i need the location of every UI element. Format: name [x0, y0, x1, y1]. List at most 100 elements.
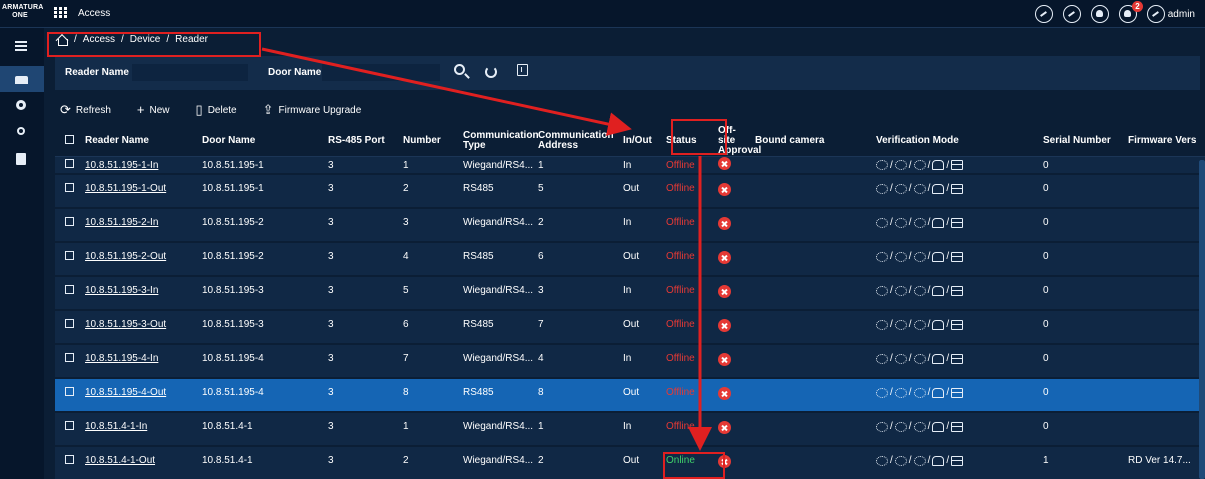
reader-name-cell[interactable]: 10.8.51.195-3-Out	[81, 310, 198, 344]
reset-icon[interactable]	[485, 66, 497, 78]
lockdown-icon[interactable]	[1034, 5, 1053, 23]
refresh-button[interactable]: ⟳ Refresh	[60, 103, 111, 116]
sidebar-item-settings[interactable]	[0, 92, 44, 118]
number-cell: 3	[403, 217, 409, 228]
table-row[interactable]: 10.8.51.195-4-Out 10.8.51.195-4 3 8 RS485 8 Ou…	[55, 378, 1205, 412]
table-row[interactable]: 10.8.51.4-1-In 10.8.51.4-1 3 1 Wiegand/RS4..…	[55, 412, 1205, 446]
row-select-cell[interactable]	[55, 242, 81, 276]
face-icon	[876, 251, 888, 262]
row-select-cell[interactable]	[55, 446, 81, 479]
bell-icon[interactable]	[1090, 5, 1109, 23]
col-number[interactable]: Number	[399, 126, 459, 157]
bound-camera-cell	[751, 276, 872, 310]
close-circle-icon	[718, 157, 731, 170]
reader-name-label: Reader Name	[65, 67, 129, 78]
reader-name-cell[interactable]: 10.8.51.4-1-Out	[81, 446, 198, 479]
reader-name-link[interactable]: 10.8.51.195-4-In	[85, 353, 158, 364]
reader-name-cell[interactable]: 10.8.51.4-1-In	[81, 412, 198, 446]
reader-name-input[interactable]	[132, 64, 248, 81]
search-icon[interactable]	[454, 64, 465, 75]
user-menu[interactable]: admin	[1146, 5, 1195, 23]
reader-name-link[interactable]: 10.8.51.4-1-Out	[85, 455, 155, 466]
row-select-cell[interactable]	[55, 378, 81, 412]
verification-mode-cell: / / / /	[872, 446, 1039, 479]
col-verification-mode[interactable]: Verification Mode	[872, 126, 1039, 157]
reader-name-cell[interactable]: 10.8.51.195-4-In	[81, 344, 198, 378]
reader-name-link[interactable]: 10.8.51.195-1-Out	[85, 183, 166, 194]
sidebar-item-reports[interactable]	[0, 146, 44, 172]
link-icon[interactable]	[1062, 5, 1081, 23]
select-all-checkbox[interactable]	[65, 135, 74, 144]
reader-name-link[interactable]: 10.8.51.195-3-In	[85, 285, 158, 296]
close-circle-icon	[718, 421, 731, 434]
row-checkbox[interactable]	[65, 251, 74, 260]
reader-name-cell[interactable]: 10.8.51.195-2-Out	[81, 242, 198, 276]
row-checkbox[interactable]	[65, 387, 74, 396]
reader-name-cell[interactable]: 10.8.51.195-1-In	[81, 157, 198, 175]
door-name-input[interactable]	[322, 64, 440, 81]
firmware-version-cell	[1124, 208, 1205, 242]
table-row[interactable]: 10.8.51.195-2-In 10.8.51.195-2 3 3 Wiegand/R…	[55, 208, 1205, 242]
col-door-name[interactable]: Door Name	[198, 126, 324, 157]
export-icon[interactable]	[517, 64, 528, 76]
reader-name-link[interactable]: 10.8.51.195-1-In	[85, 160, 158, 171]
reader-name-link[interactable]: 10.8.51.195-4-Out	[85, 387, 166, 398]
reader-name-link[interactable]: 10.8.51.195-2-In	[85, 217, 158, 228]
reader-name-cell[interactable]: 10.8.51.195-1-Out	[81, 174, 198, 208]
row-select-cell[interactable]	[55, 276, 81, 310]
verification-mode-cell: / / / /	[872, 174, 1039, 208]
row-checkbox[interactable]	[65, 319, 74, 328]
table-row[interactable]: 10.8.51.195-1-Out 10.8.51.195-1 3 2 RS485 5 Ou…	[55, 174, 1205, 208]
logo[interactable]: ARMATURA ONE	[2, 4, 43, 20]
col-bound-camera[interactable]: Bound camera	[751, 126, 872, 157]
new-button[interactable]: + New	[137, 103, 170, 116]
row-checkbox[interactable]	[65, 217, 74, 226]
sidebar-item-device[interactable]	[0, 66, 44, 92]
table-row[interactable]: 10.8.51.4-1-Out 10.8.51.4-1 3 2 Wiegand/RS4.…	[55, 446, 1205, 479]
row-select-cell[interactable]	[55, 174, 81, 208]
reader-name-link[interactable]: 10.8.51.195-2-Out	[85, 251, 166, 262]
table-row[interactable]: 10.8.51.195-2-Out 10.8.51.195-2 3 4 RS485 6 Ou…	[55, 242, 1205, 276]
col-communication-address[interactable]: Communication Address	[534, 126, 619, 157]
table-row[interactable]: 10.8.51.195-3-In 10.8.51.195-3 3 5 Wiegand/R…	[55, 276, 1205, 310]
row-checkbox[interactable]	[65, 159, 74, 168]
table-row[interactable]: 10.8.51.195-3-Out 10.8.51.195-3 3 6 RS485 7 Ou…	[55, 310, 1205, 344]
firmware-upgrade-button[interactable]: ⇪ Firmware Upgrade	[263, 103, 362, 116]
row-select-cell[interactable]	[55, 344, 81, 378]
row-select-cell[interactable]	[55, 208, 81, 242]
reader-name-cell[interactable]: 10.8.51.195-3-In	[81, 276, 198, 310]
row-select-cell[interactable]	[55, 310, 81, 344]
palm-icon	[894, 285, 907, 296]
row-checkbox[interactable]	[65, 353, 74, 362]
col-firmware-version[interactable]: Firmware Vers	[1124, 126, 1205, 157]
row-checkbox[interactable]	[65, 183, 74, 192]
sidebar-item-permissions[interactable]	[0, 120, 44, 146]
reader-name-link[interactable]: 10.8.51.4-1-In	[85, 421, 147, 432]
col-serial-number[interactable]: Serial Number	[1039, 126, 1124, 157]
reader-name-link[interactable]: 10.8.51.195-3-Out	[85, 319, 166, 330]
apps-grid-icon[interactable]	[54, 7, 68, 19]
reader-name-cell[interactable]: 10.8.51.195-4-Out	[81, 378, 198, 412]
col-in-out[interactable]: In/Out	[619, 126, 662, 157]
row-checkbox[interactable]	[65, 455, 74, 464]
table-row[interactable]: 10.8.51.195-4-In 10.8.51.195-4 3 7 Wiegand/R…	[55, 344, 1205, 378]
sidebar-menu-toggle[interactable]	[0, 32, 44, 58]
row-checkbox[interactable]	[65, 285, 74, 294]
in-out-cell: In	[623, 217, 632, 228]
verification-mode-cell: / / / /	[872, 276, 1039, 310]
delete-button[interactable]: ▯ Delete	[196, 103, 237, 116]
col-communication-type[interactable]: Communication Type	[459, 126, 539, 157]
col-reader-name[interactable]: Reader Name	[81, 126, 198, 157]
table-row[interactable]: 10.8.51.195-1-In 10.8.51.195-1 3 1 Wiegand/R…	[55, 156, 1205, 175]
face-icon	[876, 455, 888, 466]
row-select-cell[interactable]	[55, 157, 81, 175]
select-all-cell[interactable]	[55, 126, 81, 157]
password-lock-icon	[932, 353, 945, 364]
col-rs485-port[interactable]: RS-485 Port	[324, 126, 399, 157]
table-scrollbar[interactable]	[1199, 160, 1205, 479]
row-checkbox[interactable]	[65, 421, 74, 430]
card-icon	[951, 319, 964, 330]
reader-name-cell[interactable]: 10.8.51.195-2-In	[81, 208, 198, 242]
scroll-thumb[interactable]	[1199, 160, 1205, 479]
row-select-cell[interactable]	[55, 412, 81, 446]
